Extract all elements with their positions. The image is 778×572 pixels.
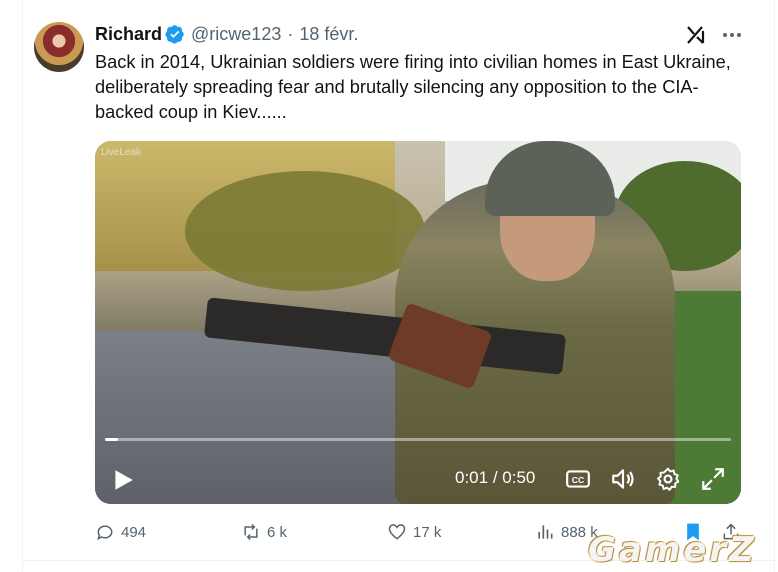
tweet-header: Richard @ricwe123 · 18 févr. xyxy=(95,22,358,46)
tweet-text: Back in 2014, Ukrainian soldiers were fi… xyxy=(95,52,731,122)
video-frame-tree xyxy=(185,171,425,291)
time-separator: / xyxy=(488,468,503,487)
reply-icon xyxy=(97,525,113,541)
author-name[interactable]: Richard xyxy=(95,24,162,45)
play-icon[interactable] xyxy=(110,467,136,493)
grok-icon[interactable] xyxy=(684,23,708,47)
separator-dot: · xyxy=(287,23,294,44)
column-border-left xyxy=(22,0,23,572)
reply-button[interactable]: 494 xyxy=(95,520,146,544)
current-time: 0:01 xyxy=(455,468,489,487)
duration: 0:50 xyxy=(502,468,536,487)
avatar[interactable] xyxy=(34,22,84,72)
like-icon xyxy=(388,524,406,540)
verified-badge-icon[interactable] xyxy=(165,24,185,44)
column-border-right xyxy=(774,0,775,572)
repost-count: 6 k xyxy=(267,523,288,541)
reply-count: 494 xyxy=(121,523,147,541)
svg-text:CC: CC xyxy=(572,475,585,485)
views-icon xyxy=(538,525,553,539)
author-handle[interactable]: @ricwe123 xyxy=(191,24,281,45)
volume-icon[interactable] xyxy=(610,466,636,492)
settings-icon[interactable] xyxy=(655,466,681,492)
video-player[interactable]: LiveLeak 0:01 / 0:50 CC xyxy=(95,141,741,504)
video-progress-fill xyxy=(105,438,118,441)
like-count: 17 k xyxy=(413,523,442,541)
like-button[interactable]: 17 k xyxy=(387,520,441,544)
captions-icon[interactable]: CC xyxy=(565,466,591,492)
video-overlay-tag: LiveLeak xyxy=(101,147,142,158)
video-time: 0:01 / 0:50 xyxy=(455,468,535,488)
repost-icon xyxy=(244,523,258,541)
video-progress-bar[interactable] xyxy=(105,438,731,441)
more-icon[interactable] xyxy=(720,23,744,47)
tweet-date[interactable]: 18 févr. xyxy=(299,24,358,45)
fullscreen-icon[interactable] xyxy=(700,466,726,492)
gamerz-watermark-logo: GamerZ xyxy=(588,530,757,570)
repost-button[interactable]: 6 k xyxy=(241,520,287,544)
